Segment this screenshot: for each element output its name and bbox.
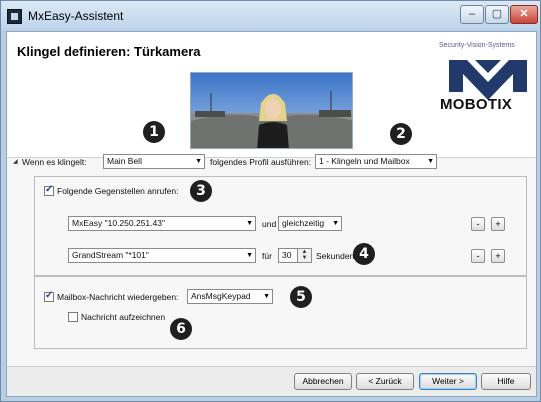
wizard-window: MxEasy-Assistent – ▢ ✕ Klingel definiere… — [0, 0, 541, 402]
for-label: für — [262, 251, 272, 261]
wizard-header: Klingel definieren: Türkamera Security-V… — [7, 32, 536, 157]
seconds-input[interactable]: 30 — [278, 248, 298, 263]
camera-preview-image — [190, 72, 353, 149]
wizard-client-area: Klingel definieren: Türkamera Security-V… — [6, 31, 537, 397]
profile-select-value: 1 - Klingeln und Mailbox — [319, 156, 410, 166]
callout-badge-5: 5 — [290, 286, 312, 308]
station-select-1-value: MxEasy "10.250.251.43" — [72, 218, 165, 228]
profile-select[interactable]: 1 - Klingeln und Mailbox ▼ — [315, 154, 437, 169]
cancel-button[interactable]: Abbrechen — [294, 373, 352, 390]
brand-logo-text: MOBOTIX — [440, 96, 513, 113]
when-rings-label: Wenn es klingelt: — [22, 157, 87, 167]
profile-label: folgendes Profil ausführen: — [210, 157, 312, 167]
call-mode-select[interactable]: gleichzeitig ▼ — [278, 216, 342, 231]
help-button[interactable]: Hilfe — [481, 373, 531, 390]
remove-station-2-button[interactable]: - — [471, 249, 485, 263]
station-select-2-value: GrandStream "*101" — [72, 250, 149, 260]
chevron-down-icon: ▼ — [427, 158, 434, 165]
callout-badge-6: 6 — [170, 318, 192, 340]
callout-badge-1: 1 — [143, 121, 165, 143]
record-message-label: Nachricht aufzeichnen — [81, 312, 166, 322]
app-icon — [7, 9, 22, 24]
back-button[interactable]: < Zurück — [356, 373, 414, 390]
and-label: und — [262, 219, 277, 229]
play-mailbox-label: Mailbox-Nachricht wiedergeben: — [57, 292, 179, 302]
station-select-2[interactable]: GrandStream "*101" ▼ — [68, 248, 256, 263]
callout-badge-2: 2 — [390, 123, 412, 145]
seconds-unit-label: Sekunden — [316, 251, 355, 261]
call-stations-checkbox[interactable] — [44, 184, 54, 196]
next-button[interactable]: Weiter > — [419, 373, 477, 390]
play-mailbox-checkbox[interactable] — [44, 290, 54, 302]
window-title: MxEasy-Assistent — [28, 9, 124, 23]
bell-select[interactable]: Main Bell ▼ — [103, 154, 205, 169]
collapse-toggle-icon[interactable]: ◢ — [13, 158, 18, 165]
call-mode-select-value: gleichzeitig — [282, 218, 325, 228]
call-stations-label: Folgende Gegenstellen anrufen: — [57, 186, 179, 196]
minimize-button[interactable]: – — [460, 5, 484, 24]
mailbox-message-value: AnsMsgKeypad — [191, 291, 251, 301]
brand-tagline: Security-Vision-Systems — [439, 42, 515, 49]
maximize-button[interactable]: ▢ — [485, 5, 509, 24]
page-title: Klingel definieren: Türkamera — [17, 44, 201, 59]
wizard-footer: Abbrechen < Zurück Weiter > Hilfe — [7, 366, 536, 396]
chevron-down-icon: ▼ — [332, 220, 339, 227]
add-station-2-button[interactable]: + — [491, 249, 505, 263]
mailbox-group: Mailbox-Nachricht wiedergeben: AnsMsgKey… — [34, 276, 527, 349]
chevron-down-icon: ▼ — [263, 293, 270, 300]
remove-station-1-button[interactable]: - — [471, 217, 485, 231]
title-bar[interactable]: MxEasy-Assistent – ▢ ✕ — [1, 1, 540, 31]
chevron-down-icon: ▼ — [246, 220, 253, 227]
close-button[interactable]: ✕ — [510, 5, 538, 24]
chevron-down-icon: ▼ — [246, 252, 253, 259]
add-station-1-button[interactable]: + — [491, 217, 505, 231]
bell-select-value: Main Bell — [107, 156, 142, 166]
callout-badge-4: 4 — [353, 243, 375, 265]
call-stations-group: Folgende Gegenstellen anrufen: 3 MxEasy … — [34, 176, 527, 276]
station-select-1[interactable]: MxEasy "10.250.251.43" ▼ — [68, 216, 256, 231]
chevron-down-icon: ▼ — [195, 158, 202, 165]
record-message-checkbox[interactable] — [68, 312, 78, 322]
mailbox-message-select[interactable]: AnsMsgKeypad ▼ — [187, 289, 273, 304]
seconds-spinner[interactable]: ▲ ▼ — [298, 248, 312, 263]
callout-badge-3: 3 — [190, 180, 212, 202]
